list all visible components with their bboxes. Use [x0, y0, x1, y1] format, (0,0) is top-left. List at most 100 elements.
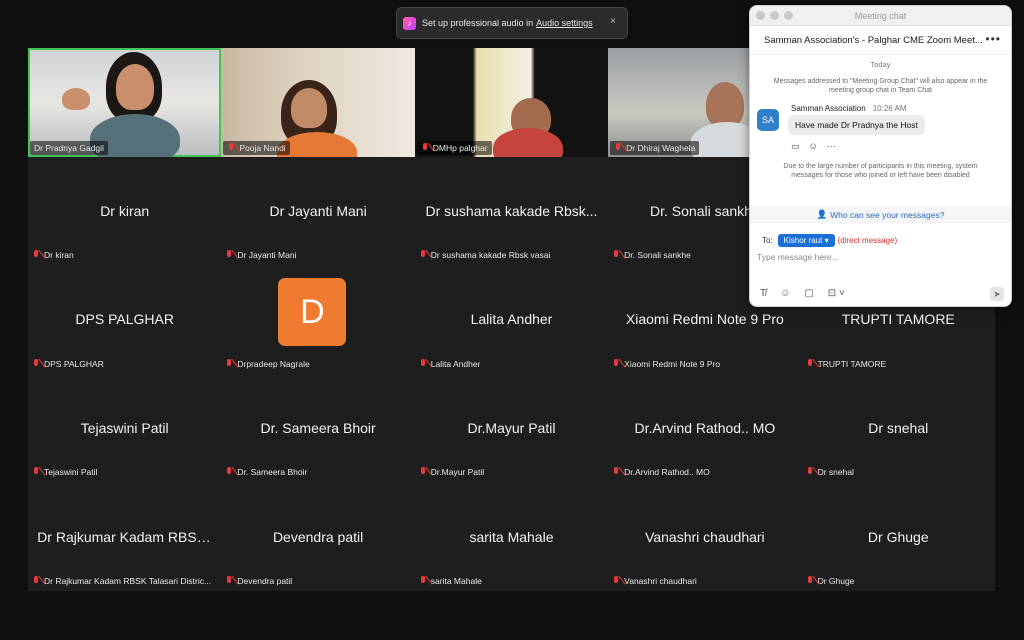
audio-settings-link[interactable]: Audio settings: [536, 18, 593, 28]
participant-tile[interactable]: Tejaswini Patil Tejaswini Patil: [28, 373, 222, 483]
chat-window-title: Meeting chat: [854, 10, 907, 21]
reply-icon[interactable]: ▭: [791, 141, 800, 152]
participant-display-name: Dr Ghuge: [867, 528, 929, 545]
meeting-chat-panel: Meeting chat Samman Association's - Palg…: [749, 5, 1012, 307]
video-tile[interactable]: DMHp palghar: [414, 48, 609, 157]
more-options-icon[interactable]: •••: [985, 32, 1001, 46]
mic-muted-icon: [806, 358, 814, 369]
participant-name: Dr sushama kakade Rbsk vasai: [430, 250, 551, 261]
participant-tile[interactable]: Dr sushama kakade Rbsk... Dr sushama kak…: [414, 156, 609, 266]
recipient-name: Kishor raut: [783, 236, 823, 245]
emoji-icon[interactable]: ☺: [780, 288, 790, 299]
participant-name: Dr.Mayur Patil: [430, 467, 485, 478]
mic-muted-icon: [806, 467, 814, 477]
participant-name: Xiaomi Redmi Note 9 Pro: [624, 358, 721, 369]
participant-display-name: Dr. Sonali sankhe: [650, 202, 760, 219]
participant-display-name: Lalita Andher: [470, 311, 553, 328]
screenshot-icon[interactable]: ⊡ ˅: [828, 288, 845, 299]
participant-display-name: Dr sushama kakade Rbsk...: [425, 202, 598, 219]
emoji-reaction-icon[interactable]: ☺: [809, 141, 818, 152]
message-input[interactable]: Type message here...: [757, 252, 839, 262]
who-can-see-label: Who can see your messages?: [830, 209, 945, 220]
participant-display-name: Dr. Sameera Bhoir: [260, 420, 376, 437]
participant-tile[interactable]: Dr snehal Dr snehal: [801, 373, 995, 483]
mic-muted-icon: [225, 358, 233, 369]
chat-messages: Today Messages addressed to "Meeting Gro…: [750, 60, 1011, 216]
to-label: To:: [762, 236, 773, 245]
date-divider: Today: [870, 60, 891, 69]
participant-name: sarita Mahale: [430, 575, 482, 586]
audio-settings-toast: ♪ Set up professional audio in Audio set…: [396, 7, 628, 39]
people-icon: 👤: [816, 209, 828, 219]
who-can-see-link[interactable]: 👤 Who can see your messages?: [750, 206, 1011, 223]
mic-muted-icon: [419, 250, 427, 260]
mic-muted-icon: [806, 575, 814, 586]
participant-display-name: Dr kiran: [100, 202, 150, 219]
video-tile[interactable]: Pooja Nandi: [221, 48, 415, 157]
participant-name: Pooja Nandi: [239, 142, 286, 153]
participant-tile[interactable]: Dr Jayanti Mani Dr Jayanti Mani: [221, 156, 415, 266]
participant-display-name: sarita Mahale: [469, 528, 554, 545]
participant-tile[interactable]: Dr. Sameera Bhoir Dr. Sameera Bhoir: [221, 373, 415, 483]
participant-tile[interactable]: sarita Mahale sarita Mahale: [414, 482, 609, 591]
participant-tile[interactable]: Vanashri chaudhari Vanashri chaudhari: [608, 482, 802, 591]
participant-tile[interactable]: Dr Ghuge Dr Ghuge: [801, 482, 995, 591]
message-actions: ▭ ☺ ···: [791, 141, 836, 152]
participant-tile[interactable]: DPS PALGHAR DPS PALGHAR: [28, 265, 222, 374]
participant-name: Drpradeep Nagrale: [237, 358, 310, 369]
participant-name: Dr Ghuge: [817, 575, 855, 586]
mic-muted-icon: [419, 467, 427, 477]
message-bubble: Have made Dr Pradnya the Host: [788, 115, 925, 135]
participant-display-name: Tejaswini Patil: [80, 420, 169, 437]
participant-display-name: Dr snehal: [868, 420, 929, 437]
mic-muted-icon: [32, 575, 40, 586]
participant-tile[interactable]: Dr.Mayur Patil Dr.Mayur Patil: [414, 373, 609, 483]
mic-muted-icon: [612, 358, 620, 369]
participant-name: Devendra patil: [237, 575, 293, 586]
participant-name: Dr Pradnya Gadgil: [34, 142, 104, 153]
chat-channel-name: Samman Association's - Palghar CME Zoom …: [764, 34, 983, 46]
participant-name: Dr Dhiraj Waghela: [626, 142, 696, 153]
mic-muted-icon: [32, 250, 40, 260]
participant-name: DMHp palghar: [432, 142, 488, 153]
toast-text: Set up professional audio in: [422, 18, 534, 28]
chat-header: Samman Association's - Palghar CME Zoom …: [750, 26, 1011, 55]
more-actions-icon[interactable]: ···: [827, 141, 836, 152]
send-icon[interactable]: ➤: [990, 287, 1004, 301]
participant-tile[interactable]: Dr kiran Dr kiran: [28, 156, 222, 266]
file-icon[interactable]: ▢: [804, 288, 813, 299]
mic-muted-icon: [421, 142, 429, 153]
system-message: Messages addressed to "Meeting Group Cha…: [773, 78, 988, 94]
participant-tile[interactable]: Devendra patil Devendra patil: [221, 482, 415, 591]
participant-tile[interactable]: Dr.Arvind Rathod.. MO Dr.Arvind Rathod..…: [608, 373, 802, 483]
format-icon[interactable]: T̸: [760, 288, 766, 299]
mic-muted-icon: [614, 142, 622, 153]
mic-muted-icon: [227, 142, 235, 153]
participant-name: Dr snehal: [817, 467, 854, 478]
participant-name: Dr kiran: [44, 250, 74, 261]
mic-muted-icon: [419, 575, 427, 586]
participant-display-name: Xiaomi Redmi Note 9 Pro: [625, 311, 784, 328]
sender-name: Samman Association: [791, 104, 866, 113]
video-tile[interactable]: Dr Pradnya Gadgil: [28, 48, 222, 157]
recipient-dropdown[interactable]: Kishor raut ▾: [777, 234, 835, 247]
participant-display-name: Dr.Mayur Patil: [467, 420, 556, 437]
participant-display-name: Dr.Arvind Rathod.. MO: [634, 420, 776, 437]
participant-name: Vanashri chaudhari: [624, 575, 697, 586]
participant-display-name: Dr Jayanti Mani: [269, 202, 367, 219]
mic-muted-icon: [225, 575, 233, 586]
close-icon[interactable]: ×: [610, 16, 616, 27]
participant-tile[interactable]: D Drpradeep Nagrale: [221, 265, 415, 374]
participant-display-name: DPS PALGHAR: [75, 311, 174, 328]
participant-name: Dr. Sonali sankhe: [624, 250, 691, 261]
participant-display-name: Vanashri chaudhari: [645, 528, 765, 545]
recipient-row: To: Kishor raut ▾ (direct message): [762, 234, 897, 247]
participants-notice: Due to the large number of participants …: [783, 163, 978, 179]
mic-muted-icon: [32, 358, 40, 369]
participant-name: Dr. Sameera Bhoir: [237, 467, 308, 478]
participant-name: Dr.Arvind Rathod.. MO: [624, 467, 710, 478]
participant-name: Tejaswini Patil: [44, 467, 98, 478]
participant-tile[interactable]: Dr Rajkumar Kadam RBSK... Dr Rajkumar Ka…: [28, 482, 222, 591]
participant-tile[interactable]: Lalita Andher Lalita Andher: [414, 265, 609, 374]
participant-name: Lalita Andher: [430, 358, 481, 369]
